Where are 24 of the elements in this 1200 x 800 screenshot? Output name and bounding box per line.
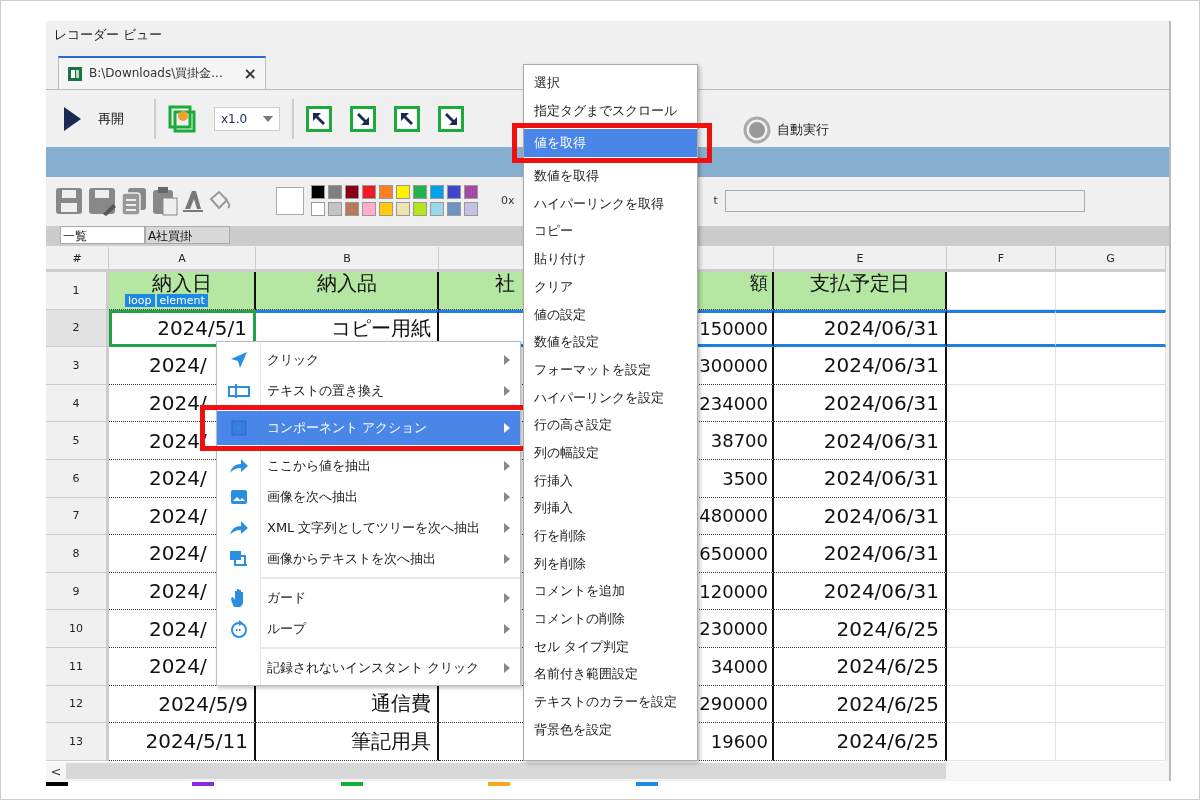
color-code-label: 0x <box>501 194 515 207</box>
table-cell: 2024/06/31 <box>774 384 947 423</box>
tab-label: B:\Downloads\買掛金... <box>89 65 224 82</box>
table-cell: 2024/6/25 <box>774 610 947 648</box>
table-cell: 2024/06/31 <box>774 309 947 348</box>
table-cell: 2024/06/31 <box>774 497 947 536</box>
table-cell: 支払予定日 <box>774 272 947 310</box>
table-cell: 納入品 <box>256 272 439 310</box>
table-cell: 筆記用具 <box>256 723 439 761</box>
table-cell: 2024/06/31 <box>774 572 947 611</box>
table-cell: 2024/06/31 <box>774 347 947 385</box>
table-cell: 2024/6/25 <box>774 723 947 761</box>
table-cell: 2024/6/25 <box>774 647 947 686</box>
tag-label: loop <box>125 294 155 307</box>
table-cell: 2024/06/31 <box>774 422 947 460</box>
column-header: # <box>46 247 109 272</box>
table-cell: 2024/06/31 <box>774 535 947 573</box>
tag-label: element <box>156 294 208 307</box>
auto-run-label: 自動実行 <box>777 121 829 139</box>
table-cell: 2024/5/11 <box>109 723 256 761</box>
table-cell: 2024/6/25 <box>774 685 947 724</box>
window-title: レコーダー ビュー <box>53 26 164 44</box>
field-label: t <box>713 194 718 207</box>
table-cell: 2024/06/31 <box>774 459 947 498</box>
